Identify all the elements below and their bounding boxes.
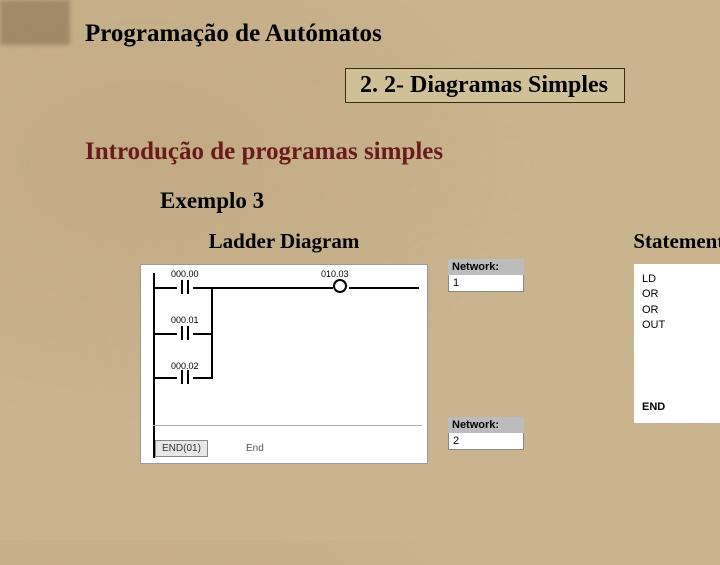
network-widget-2: Network: 2 — [448, 417, 524, 450]
ladder-column: Ladder Diagram 000.00 010.03 000.01 — [140, 229, 428, 545]
ladder-left-rail — [153, 273, 155, 458]
wire — [211, 287, 213, 377]
statement-list-column: Statement List LD 000.00 OR 000.01 OR 00… — [614, 229, 720, 545]
wire — [155, 287, 177, 289]
wire — [155, 377, 177, 379]
stmt-op: OR — [642, 287, 677, 302]
separator — [153, 425, 422, 426]
section-heading-box: 2. 2- Diagramas Simples — [345, 68, 625, 103]
wire — [193, 333, 213, 335]
contact-label: 000.00 — [171, 269, 199, 279]
end-instruction-box: END(01) — [155, 440, 208, 457]
stmt-row: OR 000.01 — [642, 287, 720, 302]
example-label: Exemplo 3 — [160, 188, 680, 214]
coil-label: 010.03 — [321, 269, 349, 279]
network-label: Network: — [448, 259, 524, 275]
wire — [193, 377, 213, 379]
wire — [193, 287, 333, 289]
stmt-op: OR — [642, 303, 677, 318]
ladder-heading: Ladder Diagram — [140, 229, 428, 254]
two-column-layout: Ladder Diagram 000.00 010.03 000.01 — [140, 229, 680, 545]
corner-shadow — [0, 0, 70, 45]
coil-icon — [333, 279, 347, 293]
stmt-end: END — [642, 400, 720, 415]
network-value: 2 — [448, 433, 524, 450]
stmt-op: OUT — [642, 318, 677, 333]
contact-label: 000.01 — [171, 315, 199, 325]
network-value: 1 — [448, 275, 524, 292]
page-title: Programação de Autómatos — [85, 20, 680, 48]
stmt-row: LD 000.00 — [642, 272, 720, 287]
network-label: Network: — [448, 417, 524, 433]
wire — [349, 287, 419, 289]
stmt-row: OR 000.02 — [642, 303, 720, 318]
stmt-row: OUT 010.03 — [642, 318, 720, 333]
wire — [155, 333, 177, 335]
contact-icon — [177, 326, 193, 340]
ladder-diagram: 000.00 010.03 000.01 000.02 — [140, 264, 428, 464]
contact-icon — [177, 370, 193, 384]
stmt-op: LD — [642, 272, 677, 287]
network-widget-1: Network: 1 — [448, 259, 524, 292]
network-column: Network: 1 Network: 2 — [448, 229, 524, 545]
statement-list-heading: Statement List — [614, 229, 720, 254]
spacer — [642, 334, 720, 394]
end-label: End — [246, 443, 264, 454]
slide-content: Programação de Autómatos 2. 2- Diagramas… — [0, 0, 720, 565]
subtitle: Introdução de programas simples — [85, 138, 680, 166]
statement-list-box: LD 000.00 OR 000.01 OR 000.02 OUT 010.03… — [634, 264, 720, 423]
contact-icon — [177, 280, 193, 294]
